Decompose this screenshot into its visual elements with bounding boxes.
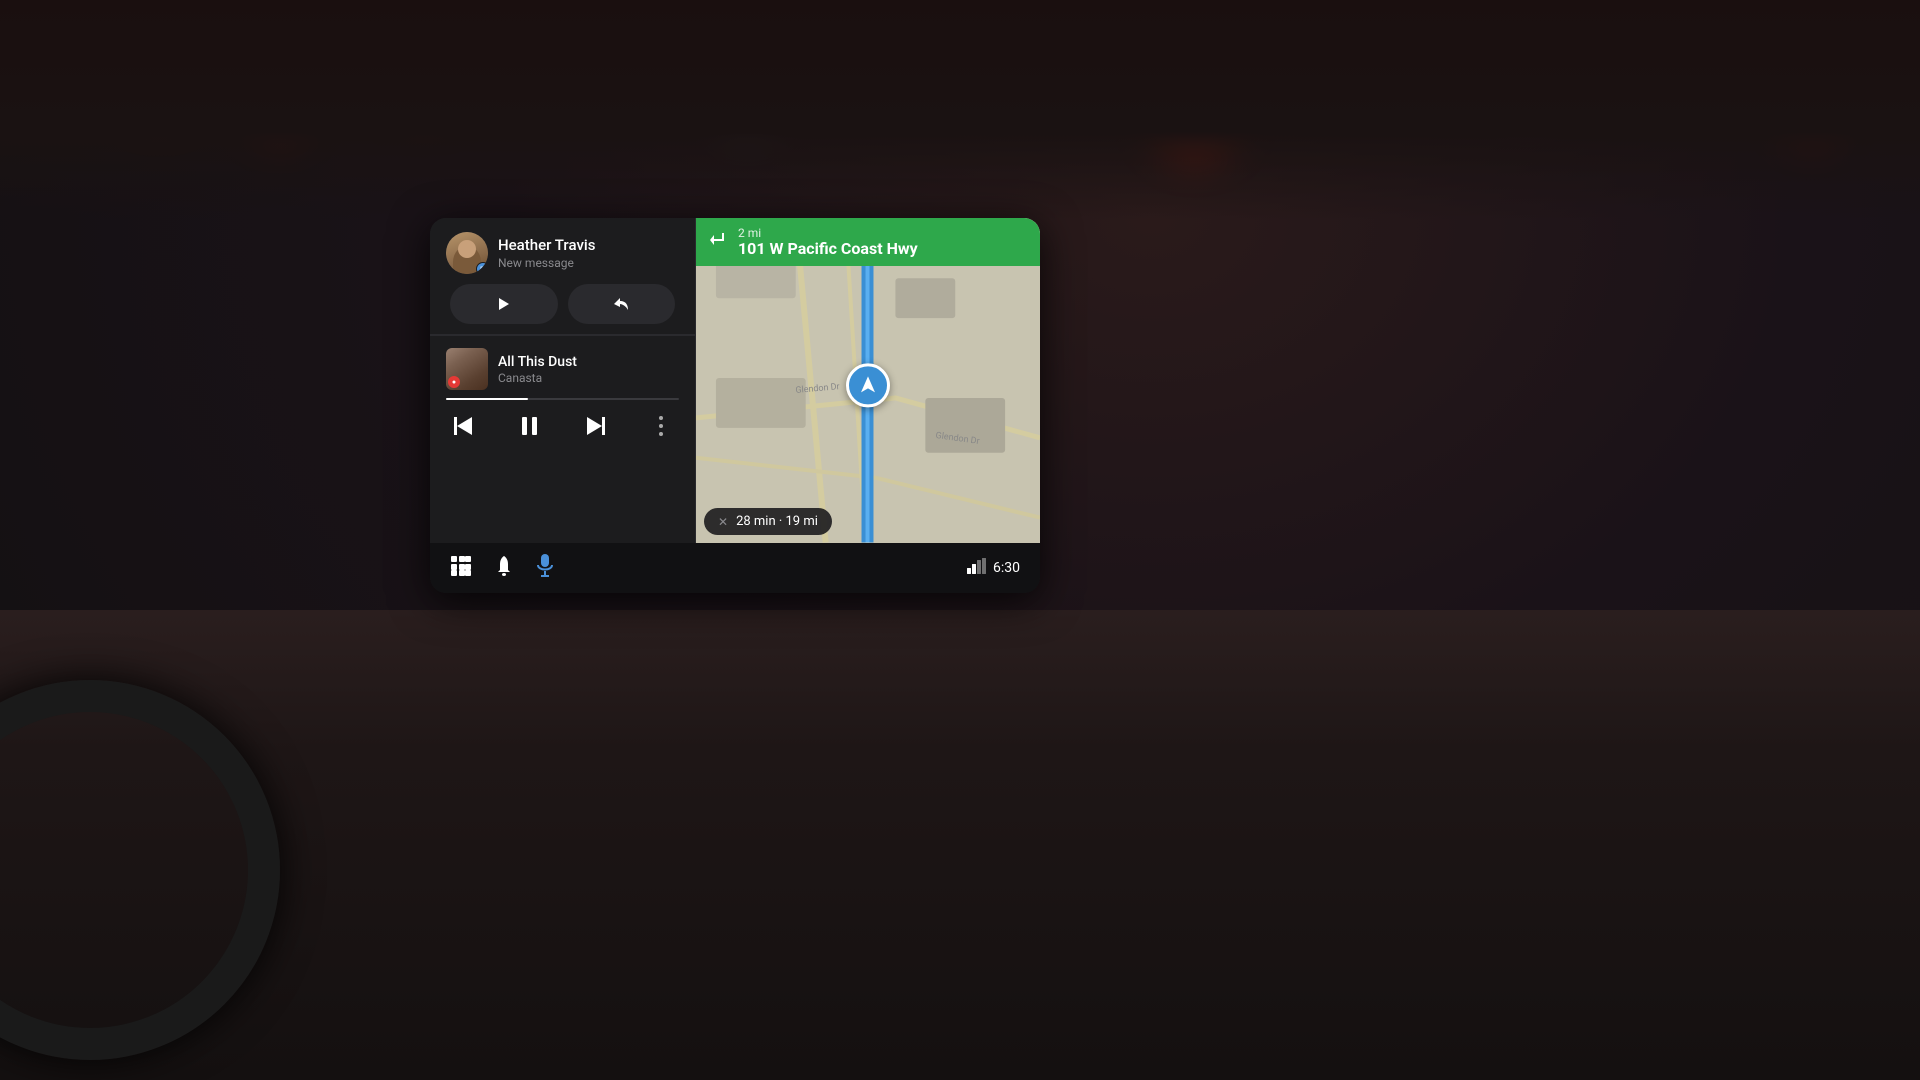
nav-header: 2 mi 101 W Pacific Coast Hwy — [696, 218, 1040, 266]
signal-indicator — [967, 558, 987, 578]
track-title: All This Dust — [498, 354, 679, 370]
close-eta-button[interactable]: ✕ — [718, 515, 728, 529]
navigation-arrow-icon — [858, 375, 878, 395]
map-position-arrow — [846, 363, 890, 407]
apps-button[interactable] — [450, 555, 472, 582]
music-app-icon: ● — [452, 378, 456, 386]
music-app-badge: ● — [448, 376, 460, 388]
notification-card: ✉ Heather Travis New message — [430, 218, 695, 335]
pause-icon — [521, 417, 539, 435]
notification-text: Heather Travis New message — [498, 236, 679, 270]
album-art: ● — [446, 348, 488, 390]
bell-icon — [494, 555, 514, 577]
avatar-badge: ✉ — [476, 262, 488, 274]
eta-distance: 19 mi — [786, 514, 818, 529]
bottom-left-icons — [450, 554, 554, 583]
sender-name: Heather Travis — [498, 236, 679, 254]
bottom-bar: 6:30 — [430, 543, 1040, 593]
notification-buttons — [446, 284, 679, 324]
nav-distance: 2 mi — [738, 226, 1028, 240]
skip-next-icon — [585, 417, 605, 435]
eta-separator: · — [779, 514, 786, 529]
content-area: ✉ Heather Travis New message — [430, 218, 1040, 543]
music-top: ● All This Dust Canasta — [446, 348, 679, 390]
music-progress-bar[interactable] — [446, 398, 679, 400]
left-panel: ✉ Heather Travis New message — [430, 218, 695, 543]
avatar: ✉ — [446, 232, 488, 274]
reply-icon — [612, 296, 630, 312]
voice-button[interactable] — [536, 554, 554, 583]
message-badge-icon: ✉ — [480, 265, 486, 273]
skip-prev-icon — [454, 417, 474, 435]
music-card: ● All This Dust Canasta — [430, 336, 695, 543]
android-auto-display: ✉ Heather Travis New message — [430, 218, 1040, 593]
pause-button[interactable] — [512, 408, 548, 444]
clock: 6:30 — [993, 560, 1020, 576]
map-panel: Glendon Dr Glendon Dr 2 mi 101 W Pacific… — [696, 218, 1040, 543]
reply-message-button[interactable] — [568, 284, 676, 324]
prev-track-button[interactable] — [446, 408, 482, 444]
play-message-button[interactable] — [450, 284, 558, 324]
music-progress-fill — [446, 398, 528, 400]
music-info: All This Dust Canasta — [498, 354, 679, 385]
turn-left-icon — [708, 229, 730, 251]
music-controls — [446, 408, 679, 444]
top-bg — [0, 0, 1920, 220]
notifications-button[interactable] — [494, 555, 514, 582]
bottom-right-status: 6:30 — [967, 558, 1020, 578]
nav-street: 101 W Pacific Coast Hwy — [738, 240, 1028, 258]
play-icon — [496, 296, 512, 312]
notification-top: ✉ Heather Travis New message — [446, 232, 679, 274]
track-artist: Canasta — [498, 371, 679, 385]
nav-info: 2 mi 101 W Pacific Coast Hwy — [738, 226, 1028, 258]
dashboard — [0, 610, 1920, 1080]
apps-grid-icon — [450, 555, 472, 577]
next-track-button[interactable] — [577, 408, 613, 444]
more-icon — [658, 416, 664, 436]
eta-time: 28 min — [736, 514, 776, 529]
turn-icon — [708, 229, 730, 255]
avatar-head — [458, 240, 476, 258]
eta-info: 28 min · 19 mi — [736, 514, 818, 529]
more-options-button[interactable] — [643, 408, 679, 444]
eta-bar: ✕ 28 min · 19 mi — [704, 508, 832, 535]
signal-bars-icon — [967, 558, 987, 574]
notification-subtitle: New message — [498, 256, 679, 270]
microphone-icon — [536, 554, 554, 578]
